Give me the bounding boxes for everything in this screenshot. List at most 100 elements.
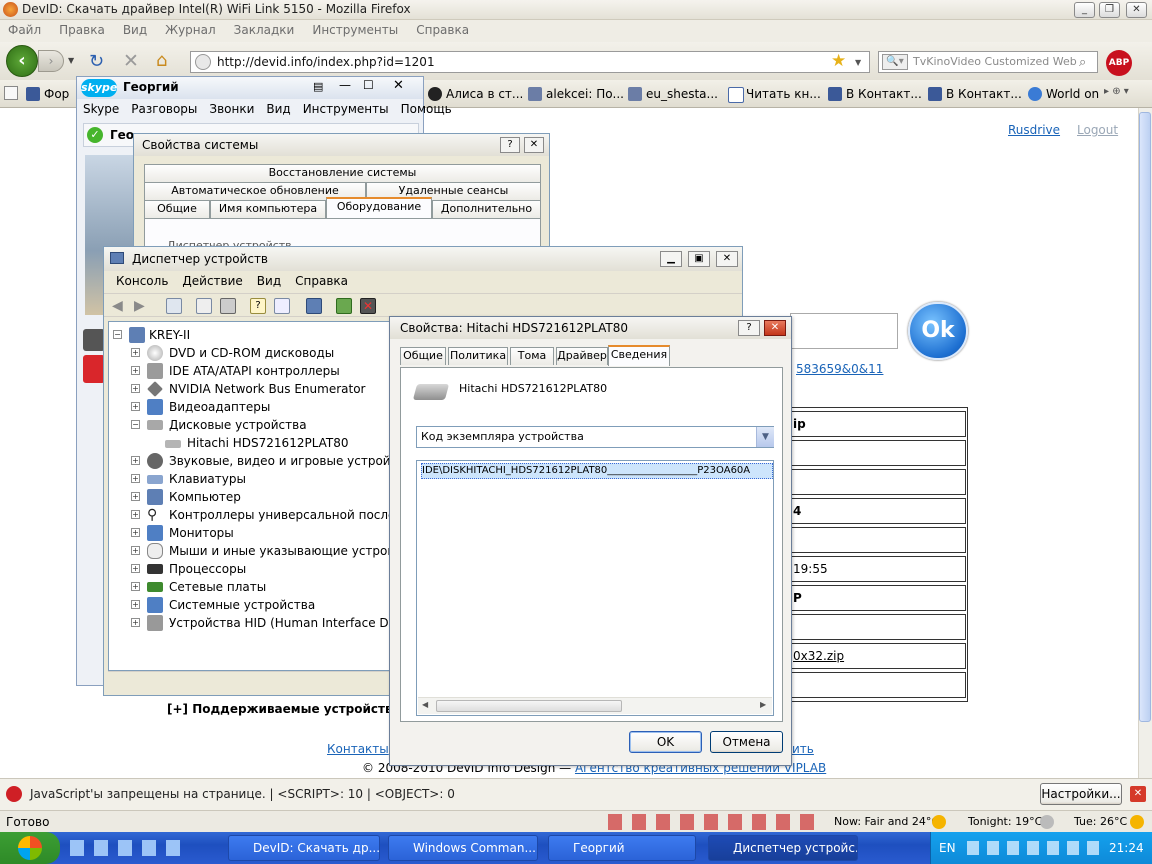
footer-right-link[interactable]: ить (792, 742, 814, 756)
ok-button[interactable]: OK (629, 731, 702, 753)
supported-devices-toggle[interactable]: [+] Поддерживаемые устройства (167, 702, 401, 716)
expand-icon[interactable]: + (131, 492, 140, 501)
task-total-commander[interactable]: Windows Comman... (388, 835, 538, 861)
url-dropdown-icon[interactable]: ▼ (855, 53, 861, 73)
skype-maximize-button[interactable]: ☐ (363, 78, 374, 92)
tab-details[interactable]: Сведения (608, 345, 670, 366)
property-value-row[interactable]: IDE\DISKHITACHI_HDS721612PLAT80_________… (421, 463, 773, 479)
tab-general[interactable]: Общие (400, 347, 446, 365)
menu-history[interactable]: Журнал (165, 23, 216, 37)
search-engine-icon[interactable]: 🔍▾ (882, 54, 908, 70)
tree-item-nvidia-bus[interactable]: + NVIDIA Network Bus Enumerator (131, 380, 365, 398)
tree-item-network[interactable]: + Сетевые платы (131, 578, 266, 596)
bookmark-item[interactable]: Фор (24, 84, 80, 104)
tab-computer-name[interactable]: Имя компьютера (210, 200, 326, 218)
skype-menu-item[interactable]: Помощь (401, 99, 452, 119)
tree-item-monitors[interactable]: + Мониторы (131, 524, 234, 542)
device-id-link[interactable]: 583659&0&11 (796, 362, 883, 376)
scroll-left-icon[interactable]: ◀ (422, 700, 428, 709)
dialog-close-button[interactable]: ✕ (764, 320, 786, 336)
expand-icon[interactable]: + (131, 564, 140, 573)
tab-volumes[interactable]: Тома (510, 347, 554, 365)
collapse-icon[interactable]: − (113, 330, 122, 339)
property-value-list[interactable]: IDE\DISKHITACHI_HDS721612PLAT80_________… (416, 460, 774, 716)
skype-menu-item[interactable]: Skype (83, 99, 119, 119)
view-icon[interactable] (274, 298, 290, 314)
dropdown-arrow-icon[interactable]: ▼ (756, 427, 774, 447)
device-tree[interactable]: − KREY-II + DVD и CD-ROM дисководы + IDE… (108, 321, 394, 671)
forward-arrow-icon[interactable]: ▶ (134, 298, 150, 314)
devmgr-menu-console[interactable]: Консоль (116, 271, 168, 291)
properties-icon[interactable] (196, 298, 212, 314)
minimize-button[interactable]: _ (1074, 2, 1095, 18)
bookmark-item[interactable]: Читать кн... (726, 84, 821, 104)
task-firefox[interactable]: DevID: Скачать др... (228, 835, 380, 861)
search-go-icon[interactable]: ⌕ (1079, 53, 1086, 72)
tree-item-video[interactable]: + Видеоадаптеры (131, 398, 270, 416)
restore-button[interactable]: ❐ (1099, 2, 1120, 18)
tab-advanced[interactable]: Дополнительно (432, 200, 541, 218)
menu-view[interactable]: Вид (123, 23, 147, 37)
skype-hangup-icon[interactable] (83, 355, 105, 383)
task-device-manager[interactable]: Диспетчер устройс... (708, 835, 858, 861)
expand-icon[interactable]: + (131, 582, 140, 591)
task-skype[interactable]: Георгий (548, 835, 696, 861)
stop-icon[interactable]: ✕ (123, 50, 139, 72)
expand-icon[interactable]: + (131, 510, 140, 519)
tab-hardware[interactable]: Оборудование (326, 197, 432, 218)
scroll-thumb[interactable] (436, 700, 622, 712)
skype-menu-item[interactable]: Звонки (209, 99, 254, 119)
tree-root[interactable]: − KREY-II (113, 326, 190, 344)
quicklaunch-icons[interactable] (70, 840, 190, 856)
bookmark-star-icon[interactable]: ★ (831, 51, 846, 71)
horizontal-scrollbar[interactable]: ◀ ▶ (418, 697, 772, 714)
expand-icon[interactable]: + (131, 546, 140, 555)
close-button[interactable]: ✕ (1126, 2, 1147, 18)
adblock-icon[interactable]: ABP (1106, 50, 1132, 76)
tree-item-dvd[interactable]: + DVD и CD-ROM дисководы (131, 344, 334, 362)
start-button[interactable] (0, 832, 60, 864)
expand-icon[interactable]: + (131, 618, 140, 627)
update-driver-icon[interactable] (336, 298, 352, 314)
expand-icon[interactable]: + (131, 600, 140, 609)
bookmark-item[interactable]: World on (1026, 84, 1099, 104)
cancel-button[interactable]: Отмена (710, 731, 783, 753)
logout-link[interactable]: Logout (1077, 123, 1118, 137)
bookmark-item[interactable]: В Контакт... (926, 84, 1022, 104)
forward-button[interactable]: › (38, 50, 64, 72)
devmgr-close-button[interactable]: ✕ (716, 251, 738, 267)
web-search-field[interactable] (790, 313, 898, 349)
devmgr-menu-help[interactable]: Справка (295, 271, 348, 291)
search-input[interactable]: 🔍▾ TvKinoVideo Customized Web ⌕ (878, 51, 1098, 73)
expand-icon[interactable]: + (131, 456, 140, 465)
scroll-right-icon[interactable]: ▶ (760, 700, 766, 709)
tree-item-hid[interactable]: + Устройства HID (Human Interface Device (131, 614, 393, 632)
back-button[interactable]: ‹ (6, 45, 38, 77)
tree-item-sound[interactable]: + Звуковые, видео и игровые устройства (131, 452, 393, 470)
skype-call-icon[interactable] (83, 329, 105, 351)
scan-hardware-icon[interactable] (306, 298, 322, 314)
sysprops-help-button[interactable]: ? (500, 137, 520, 153)
language-indicator[interactable]: EN (939, 841, 956, 855)
expand-icon[interactable]: + (131, 348, 140, 357)
menu-tools[interactable]: Инструменты (312, 23, 398, 37)
contacts-link[interactable]: Контакты (327, 742, 389, 756)
bookmarks-overflow-icon[interactable]: ▸ ⊕ ▾ (1104, 86, 1129, 97)
bookmark-item[interactable]: alekcei: По... (526, 84, 624, 104)
menu-file[interactable]: Файл (8, 23, 41, 37)
tree-item-keyboards[interactable]: + Клавиатуры (131, 470, 246, 488)
bookmarks-sidebar-icon[interactable] (4, 86, 18, 100)
skype-compact-icon[interactable]: ▤ (313, 80, 323, 93)
menu-edit[interactable]: Правка (59, 23, 105, 37)
devmgr-maximize-button[interactable]: ▣ (688, 251, 710, 267)
tree-item-hitachi[interactable]: Hitachi HDS721612PLAT80 (149, 434, 349, 452)
site-identity-icon[interactable] (195, 54, 211, 70)
collapse-icon[interactable]: − (131, 420, 140, 429)
tree-item-ide[interactable]: + IDE ATA/ATAPI контроллеры (131, 362, 340, 380)
skype-menu-item[interactable]: Вид (266, 99, 290, 119)
tree-item-processors[interactable]: + Процессоры (131, 560, 246, 578)
status-addon-icons[interactable] (608, 814, 820, 830)
help-icon[interactable]: ? (250, 298, 266, 314)
dialog-help-button[interactable]: ? (738, 320, 760, 336)
bookmark-item[interactable]: В Контакт... (826, 84, 922, 104)
